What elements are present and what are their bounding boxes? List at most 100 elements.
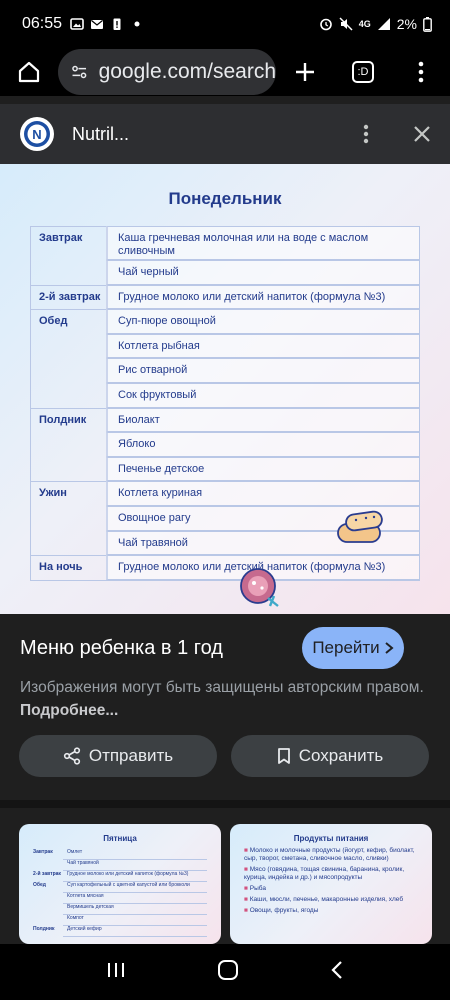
meal-name: 2-й завтрак [30, 284, 107, 310]
more-vertical-icon [363, 124, 369, 144]
site-name[interactable]: Nutril... [72, 124, 129, 145]
tab-switcher-button[interactable]: :D [334, 61, 392, 83]
meal-name [33, 915, 63, 926]
food-item: Омлет [63, 849, 207, 860]
meal-name: Завтрак [30, 226, 107, 260]
back-icon [331, 960, 343, 979]
mail-icon [91, 20, 104, 29]
logo-letter: N [32, 127, 41, 142]
system-navigation-bar [0, 944, 450, 1000]
new-tab-button[interactable] [276, 61, 334, 83]
meal-name [30, 530, 107, 556]
menu-row: На ночь Грудное молоко или детский напито… [30, 555, 420, 580]
food-item: Суп-пюре овощной [106, 309, 420, 334]
related-card-row: 2-й завтрак Грудное молоко или детский на… [33, 871, 207, 882]
home-nav-button[interactable] [217, 959, 239, 986]
image-icon [70, 18, 84, 30]
menu-row: Ужин Котлета куриная [30, 481, 420, 506]
food-item: Каша гречневая молочная или на воде с ма… [106, 226, 420, 260]
battery-level: 2% [396, 16, 417, 32]
food-item: Детский кефир [63, 926, 207, 937]
share-button[interactable]: Отправить [19, 735, 217, 777]
signal-icon [377, 18, 390, 30]
battery-icon [423, 16, 432, 32]
related-card-row: Полдник Детский кефир [33, 926, 207, 937]
status-system-icons: 4G 2% [319, 16, 432, 32]
bullet-text: Овощи, фрукты, ягоды [249, 907, 319, 914]
food-item: Рис отварной [106, 358, 420, 383]
list-item: ■ Молоко и молочные продукты (йогурт, ке… [244, 847, 420, 863]
meal-name: Обед [33, 882, 46, 888]
preview-image[interactable]: Понедельник Завтрак Каша гречневая молочн… [0, 164, 450, 614]
address-bar[interactable]: google.com/search [58, 49, 276, 95]
menu-row: Обед Суп-пюре овощной [30, 309, 420, 334]
bullet-text: Молоко и молочные продукты (йогурт, кефи… [244, 847, 415, 862]
menu-row: 2-й завтрак Грудное молоко или детский на… [30, 284, 420, 310]
meal-name [30, 382, 107, 408]
menu-row: Завтрак Каша гречневая молочная или на во… [30, 226, 420, 260]
related-card-row: Обед Суп картофельный с цветной капустой … [33, 882, 207, 893]
related-image-card[interactable]: Пятница Завтрак Омлет Чай травяной 2-й завт… [19, 824, 221, 944]
copyright-text: Изображения могут быть защищены авторски… [20, 679, 424, 696]
site-settings-icon[interactable] [70, 61, 89, 83]
meal-name [30, 358, 107, 383]
bookmark-icon [277, 748, 290, 764]
meal-name [30, 333, 107, 359]
meal-name [30, 456, 107, 482]
save-button[interactable]: Сохранить [231, 735, 429, 777]
meal-name: Полдник [33, 926, 55, 932]
related-card-row: Завтрак Омлет [33, 849, 207, 860]
meal-name: 2-й завтрак [33, 871, 61, 877]
related-card-row: Компот [33, 915, 207, 926]
learn-more-link[interactable]: Подробнее... [20, 702, 118, 719]
copyright-notice: Изображения могут быть защищены авторски… [20, 676, 430, 722]
image-panel-header: N Nutril... [0, 104, 450, 164]
list-item: ■ Овощи, фрукты, ягоды [244, 907, 420, 915]
food-item: Биолакт [106, 407, 420, 433]
home-button[interactable] [0, 60, 58, 84]
food-item: Сок фруктовый [106, 382, 420, 408]
meal-name [30, 505, 107, 531]
menu-row: Сок фруктовый [30, 382, 420, 408]
related-card-list: ■ Молоко и молочные продукты (йогурт, ке… [230, 847, 432, 915]
related-image-card[interactable]: Продукты питания ■ Молоко и молочные про… [230, 824, 432, 944]
meal-name: Ужин [30, 481, 107, 506]
menu-row: Печенье детское [30, 456, 420, 482]
save-label: Сохранить [298, 746, 384, 765]
food-item: Чай травяной [63, 860, 207, 871]
share-label: Отправить [88, 746, 174, 765]
menu-row: Чай черный [30, 260, 420, 285]
plus-icon [296, 63, 314, 81]
food-item: Печенье детское [106, 456, 420, 482]
food-item: Грудное молоко или детский напиток (форм… [106, 284, 420, 310]
meal-name: Полдник [30, 407, 107, 433]
recent-apps-button[interactable] [106, 961, 126, 984]
nutrilon-logo-icon: N [24, 121, 50, 147]
related-card-row: Котлета мясная [33, 893, 207, 904]
list-item: ■ Рыба [244, 885, 420, 893]
close-panel-button[interactable] [394, 125, 450, 143]
section-divider [0, 800, 450, 808]
home-icon [18, 61, 40, 83]
menu-row: Яблоко [30, 432, 420, 457]
food-item: Компот [63, 915, 207, 926]
battery-alert-icon [113, 18, 121, 30]
bullet-text: Мясо (говядина, тощая свинина, баранина,… [244, 866, 405, 881]
food-item: Грудное молоко или детский напиток (форм… [63, 871, 207, 882]
status-bar: 06:55 4G 2% [0, 0, 450, 48]
panel-menu-button[interactable] [338, 124, 394, 144]
related-card-row: Вермишель детская [33, 904, 207, 915]
meal-name [30, 432, 107, 457]
visit-site-button[interactable]: Перейти [302, 627, 404, 669]
food-item: Суп картофельный с цветной капустой или … [63, 882, 207, 893]
alarm-icon [319, 18, 332, 31]
menu-row: Рис отварной [30, 358, 420, 383]
recent-apps-icon [107, 962, 124, 977]
list-item: ■ Мясо (говядина, тощая свинина, баранин… [244, 866, 420, 882]
back-button[interactable] [330, 960, 344, 985]
browser-menu-button[interactable] [392, 61, 450, 83]
related-card-title: Продукты питания [293, 834, 369, 843]
status-notification-icons [70, 17, 144, 31]
meal-name: Завтрак [33, 849, 53, 855]
site-logo: N [20, 117, 54, 151]
